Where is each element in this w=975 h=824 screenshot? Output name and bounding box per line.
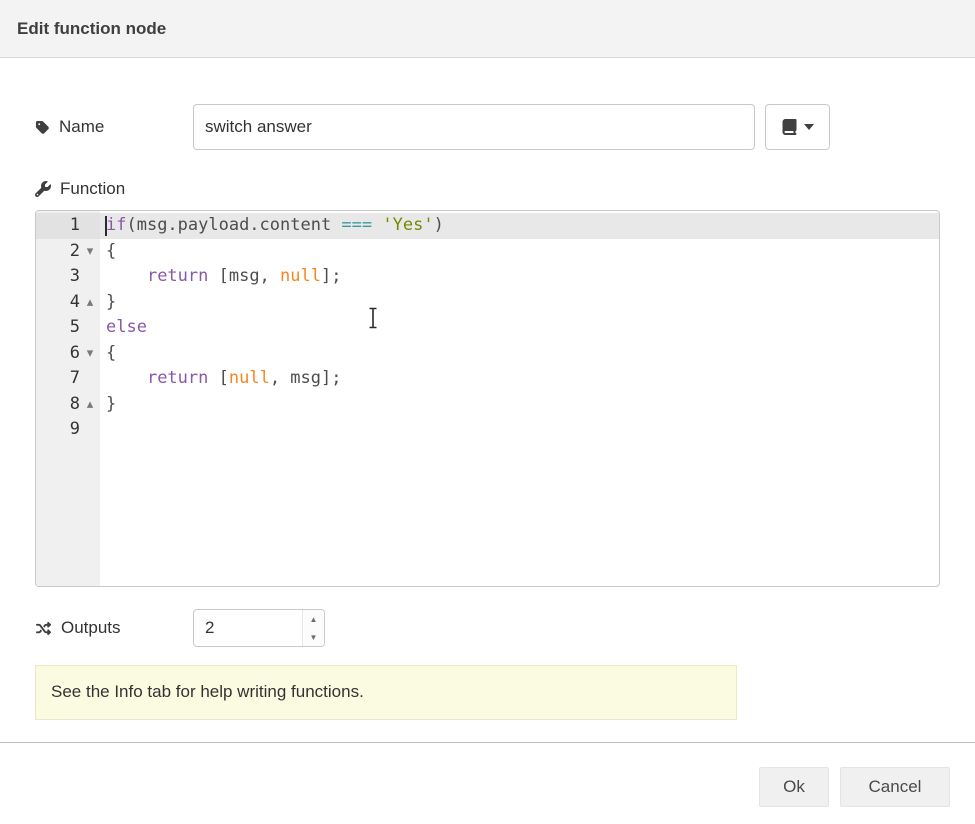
name-label-text: Name — [59, 117, 104, 137]
function-label-text: Function — [60, 179, 125, 199]
caret-down-icon: ▼ — [310, 633, 318, 642]
tag-icon — [35, 120, 50, 135]
gutter-line-number: 9 — [36, 417, 100, 443]
gutter-line-number: 5 — [36, 315, 100, 341]
outputs-spinner: ▲ ▼ — [193, 609, 325, 647]
gutter-line-number: 6▾ — [36, 341, 100, 367]
book-icon — [782, 119, 797, 135]
ok-button[interactable]: Ok — [759, 767, 829, 807]
dialog-footer: Ok Cancel — [0, 742, 975, 807]
edit-function-node-dialog: Edit function node Name Fun — [0, 0, 975, 807]
gutter-line-number: 7 — [36, 366, 100, 392]
spinner-up-button[interactable]: ▲ — [303, 610, 324, 628]
code-line[interactable]: { — [100, 341, 939, 367]
function-code-editor[interactable]: 12▾34▴56▾78▴9 if(msg.payload.content ===… — [35, 210, 940, 587]
code-line[interactable]: return [null, msg]; — [100, 366, 939, 392]
library-button[interactable] — [765, 104, 830, 150]
gutter-line-number: 3 — [36, 264, 100, 290]
wrench-icon — [35, 181, 51, 197]
code-line[interactable]: else — [100, 315, 939, 341]
fold-close-icon[interactable]: ▴ — [83, 392, 97, 418]
info-tip: See the Info tab for help writing functi… — [35, 665, 737, 720]
gutter-line-number: 1 — [36, 213, 100, 239]
gutter-line-number: 8▴ — [36, 392, 100, 418]
caret-down-icon — [804, 124, 814, 130]
name-row: Name — [35, 104, 940, 150]
fold-open-icon[interactable]: ▾ — [83, 341, 97, 367]
code-line[interactable]: } — [100, 392, 939, 418]
fold-open-icon[interactable]: ▾ — [83, 239, 97, 265]
dialog-header: Edit function node — [0, 0, 975, 58]
cancel-button[interactable]: Cancel — [840, 767, 950, 807]
name-label: Name — [35, 117, 193, 137]
name-input[interactable] — [193, 104, 755, 150]
spinner-down-button[interactable]: ▼ — [303, 628, 324, 646]
fold-close-icon[interactable]: ▴ — [83, 290, 97, 316]
editor-gutter: 12▾34▴56▾78▴9 — [36, 211, 100, 586]
dialog-title: Edit function node — [17, 19, 166, 39]
caret-up-icon: ▲ — [310, 615, 318, 624]
code-line[interactable]: { — [100, 239, 939, 265]
outputs-label: Outputs — [35, 618, 193, 638]
code-line[interactable]: if(msg.payload.content === 'Yes') — [100, 213, 939, 239]
spinner-buttons: ▲ ▼ — [302, 610, 324, 646]
gutter-line-number: 2▾ — [36, 239, 100, 265]
outputs-row: Outputs ▲ ▼ — [35, 609, 940, 647]
code-line[interactable]: } — [100, 290, 939, 316]
editor-code[interactable]: if(msg.payload.content === 'Yes'){ retur… — [100, 211, 939, 586]
function-label: Function — [35, 179, 940, 199]
code-line[interactable] — [100, 417, 939, 443]
shuffle-icon — [35, 621, 52, 636]
text-caret — [105, 216, 107, 236]
outputs-input[interactable] — [194, 610, 302, 646]
outputs-label-text: Outputs — [61, 618, 121, 638]
gutter-line-number: 4▴ — [36, 290, 100, 316]
code-line[interactable]: return [msg, null]; — [100, 264, 939, 290]
